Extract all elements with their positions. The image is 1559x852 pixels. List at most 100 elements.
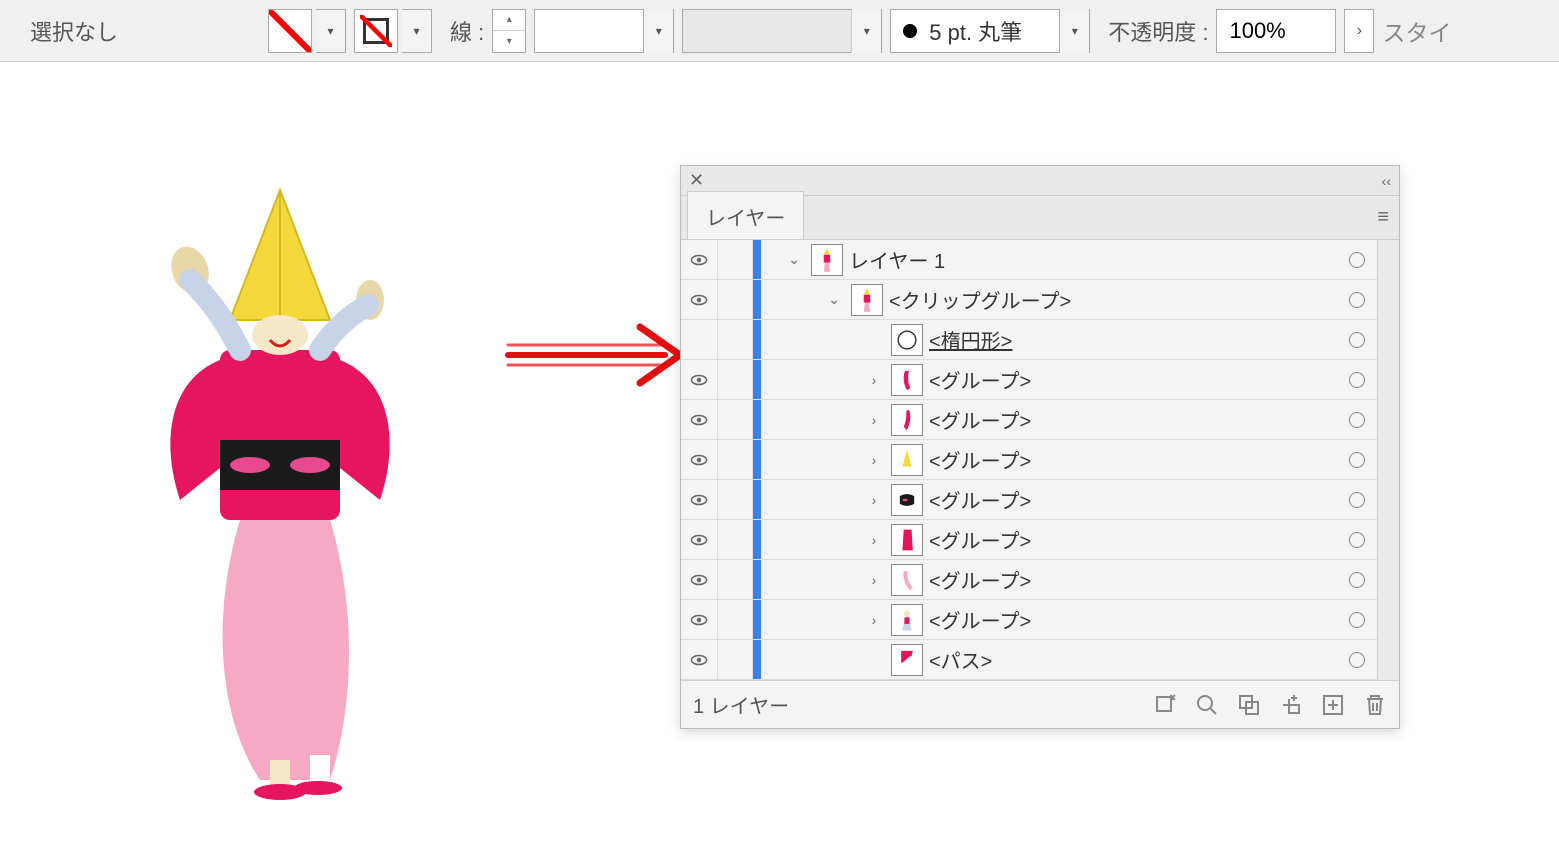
visibility-toggle[interactable]	[681, 371, 717, 389]
lock-toggle[interactable]	[717, 320, 753, 359]
lock-toggle[interactable]	[717, 240, 753, 279]
target-button[interactable]	[1337, 492, 1377, 508]
expand-toggle[interactable]: ›	[863, 412, 885, 428]
selection-color-bar	[753, 600, 761, 639]
layer-name[interactable]: <グループ>	[929, 565, 1031, 594]
stroke-dropdown[interactable]: ▾	[402, 9, 432, 53]
lock-toggle[interactable]	[717, 360, 753, 399]
target-button[interactable]	[1337, 372, 1377, 388]
expand-toggle[interactable]: ›	[863, 572, 885, 588]
visibility-toggle[interactable]	[681, 291, 717, 309]
layer-name[interactable]: <パス>	[929, 645, 992, 674]
selection-color-bar	[753, 400, 761, 439]
target-icon	[1349, 372, 1365, 388]
visibility-toggle[interactable]	[681, 611, 717, 629]
expand-toggle[interactable]: ›	[863, 372, 885, 388]
lock-toggle[interactable]	[717, 280, 753, 319]
opacity-dropdown[interactable]: ›	[1344, 9, 1374, 53]
fill-swatch[interactable]	[268, 9, 312, 53]
target-button[interactable]	[1337, 572, 1377, 588]
target-button[interactable]	[1337, 612, 1377, 628]
control-bar: 選択なし ▾ ▾ 線 : ▴▾ ▾ ▾ 5 pt. 丸筆 ▾ 不透明度 : 10…	[0, 0, 1559, 62]
layer-name[interactable]: <グループ>	[929, 525, 1031, 554]
layer-thumbnail	[891, 364, 923, 396]
expand-toggle[interactable]: ⌄	[823, 291, 845, 308]
layer-count-label: 1 レイヤー	[693, 690, 789, 719]
visibility-toggle[interactable]	[681, 531, 717, 549]
lock-toggle[interactable]	[717, 600, 753, 639]
lock-toggle[interactable]	[717, 560, 753, 599]
layer-row[interactable]: <パス>	[681, 640, 1377, 680]
target-icon	[1349, 532, 1365, 548]
layer-name[interactable]: レイヤー 1	[849, 245, 945, 274]
layer-name[interactable]: <グループ>	[929, 445, 1031, 474]
target-button[interactable]	[1337, 252, 1377, 268]
clipping-mask-icon[interactable]	[1237, 693, 1261, 717]
visibility-toggle[interactable]	[681, 451, 717, 469]
stroke-weight-dropdown[interactable]: ▾	[534, 9, 674, 53]
expand-toggle[interactable]: ›	[863, 452, 885, 468]
eye-icon	[690, 251, 708, 269]
layer-row[interactable]: ⌄ レイヤー 1	[681, 240, 1377, 280]
locate-object-icon[interactable]	[1153, 693, 1177, 717]
layer-name[interactable]: <グループ>	[929, 365, 1031, 394]
eye-icon	[690, 451, 708, 469]
scrollbar[interactable]	[1377, 240, 1399, 680]
selection-color-bar	[753, 480, 761, 519]
lock-toggle[interactable]	[717, 400, 753, 439]
expand-toggle[interactable]: ›	[863, 532, 885, 548]
eye-icon	[690, 611, 708, 629]
delete-icon[interactable]	[1363, 693, 1387, 717]
layer-thumbnail	[891, 404, 923, 436]
opacity-value[interactable]: 100%	[1216, 9, 1336, 53]
visibility-toggle[interactable]	[681, 251, 717, 269]
stroke-weight-stepper[interactable]: ▴▾	[492, 9, 526, 53]
search-icon[interactable]	[1195, 693, 1219, 717]
target-icon	[1349, 452, 1365, 468]
lock-toggle[interactable]	[717, 520, 753, 559]
layer-row[interactable]: › <グループ>	[681, 400, 1377, 440]
stroke-swatch[interactable]	[354, 9, 398, 53]
layer-row[interactable]: ⌄ <クリップグループ>	[681, 280, 1377, 320]
layer-name[interactable]: <グループ>	[929, 405, 1031, 434]
variable-width-dropdown[interactable]: ▾	[682, 9, 882, 53]
tab-layers[interactable]: レイヤー	[687, 191, 804, 239]
layer-row[interactable]: › <グループ>	[681, 360, 1377, 400]
panel-menu-icon[interactable]: ≡	[1377, 206, 1389, 239]
layer-row[interactable]: › <グループ>	[681, 560, 1377, 600]
layer-name[interactable]: <グループ>	[929, 605, 1031, 634]
target-button[interactable]	[1337, 532, 1377, 548]
visibility-toggle[interactable]	[681, 571, 717, 589]
target-button[interactable]	[1337, 412, 1377, 428]
expand-toggle[interactable]: ›	[863, 492, 885, 508]
layer-row[interactable]: › <グループ>	[681, 520, 1377, 560]
new-sublayer-icon[interactable]	[1279, 693, 1303, 717]
layer-row[interactable]: <楕円形>	[681, 320, 1377, 360]
expand-toggle[interactable]: ⌄	[783, 251, 805, 268]
lock-toggle[interactable]	[717, 480, 753, 519]
layer-name[interactable]: <楕円形>	[929, 325, 1012, 354]
layer-row[interactable]: › <グループ>	[681, 480, 1377, 520]
layer-name[interactable]: <グループ>	[929, 485, 1031, 514]
expand-toggle[interactable]: ›	[863, 612, 885, 628]
target-button[interactable]	[1337, 652, 1377, 668]
visibility-toggle[interactable]	[681, 411, 717, 429]
visibility-toggle[interactable]	[681, 651, 717, 669]
layer-name[interactable]: <クリップグループ>	[889, 285, 1071, 314]
lock-toggle[interactable]	[717, 640, 753, 679]
collapse-icon[interactable]: ‹‹	[1382, 173, 1391, 189]
target-button[interactable]	[1337, 292, 1377, 308]
layer-list: ⌄レイヤー 1⌄<クリップグループ><楕円形>›<グループ>›<グループ>›<グ…	[681, 240, 1377, 680]
lock-toggle[interactable]	[717, 440, 753, 479]
close-icon[interactable]: ✕	[689, 170, 704, 191]
visibility-toggle[interactable]	[681, 491, 717, 509]
layer-row[interactable]: › <グループ>	[681, 600, 1377, 640]
eye-icon	[690, 371, 708, 389]
target-button[interactable]	[1337, 332, 1377, 348]
target-button[interactable]	[1337, 452, 1377, 468]
brush-dropdown[interactable]: 5 pt. 丸筆 ▾	[890, 9, 1090, 53]
fill-dropdown[interactable]: ▾	[316, 9, 346, 53]
target-icon	[1349, 572, 1365, 588]
new-layer-icon[interactable]	[1321, 693, 1345, 717]
layer-row[interactable]: › <グループ>	[681, 440, 1377, 480]
